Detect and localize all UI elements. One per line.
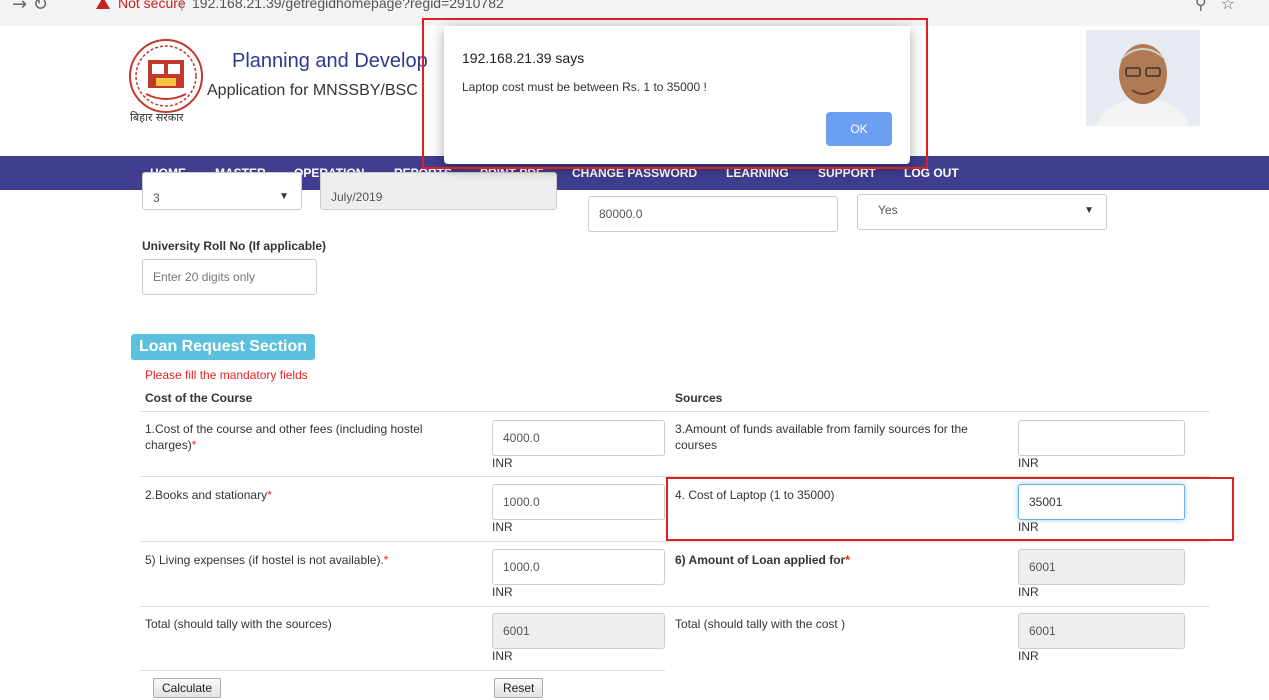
sources-label-family: 3.Amount of funds available from family …: [675, 422, 968, 452]
mandatory-note: Please fill the mandatory fields: [145, 368, 308, 382]
sources-total-label: Total (should tally with the cost ): [675, 617, 846, 631]
family-funds-input[interactable]: [1018, 420, 1185, 456]
page-title: Planning and Develop: [232, 50, 428, 72]
divider: [140, 541, 665, 542]
cost-label-2: 2.Books and stationary*: [145, 488, 272, 502]
divider: [140, 606, 665, 607]
family-income-field[interactable]: 80000.0: [588, 196, 838, 232]
search-star-icons[interactable]: ⚲☆: [1195, 0, 1249, 13]
roll-no-label: University Roll No (If applicable): [142, 239, 327, 253]
month-year-value: July/2019: [331, 190, 383, 204]
cost-label-1: 1.Cost of the course and other fees (inc…: [145, 422, 423, 452]
chevron-down-icon: ▼: [279, 191, 289, 202]
course-cost-input[interactable]: 4000.0: [492, 420, 665, 456]
currency-label: INR: [492, 585, 513, 599]
living-expenses-input[interactable]: 1000.0: [492, 549, 665, 585]
back-forward-reload-icons[interactable]: → ↻: [12, 0, 48, 15]
loan-amount-field: 6001: [1018, 549, 1185, 585]
laptop-highlight-box: [666, 477, 1234, 541]
sources-header: Sources: [675, 391, 723, 405]
currency-label: INR: [492, 456, 513, 470]
emblem-caption: बिहार सरकार: [130, 111, 184, 124]
divider: [140, 411, 1210, 412]
semester-select[interactable]: 3 ▼: [142, 172, 302, 210]
family-income-value: 80000.0: [599, 207, 643, 221]
chevron-down-icon: ▼: [1084, 205, 1094, 216]
yes-no-select[interactable]: Yes ▼: [857, 194, 1107, 230]
cost-header: Cost of the Course: [145, 391, 253, 405]
warning-icon: [96, 0, 110, 9]
sources-label-loan: 6) Amount of Loan applied for*: [675, 553, 850, 567]
currency-label: INR: [1018, 456, 1039, 470]
currency-label: INR: [492, 649, 513, 663]
divider: [665, 541, 1210, 542]
divider: [665, 606, 1210, 607]
books-cost-input[interactable]: 1000.0: [492, 484, 665, 520]
reset-button[interactable]: Reset: [494, 678, 544, 698]
not-secure-label[interactable]: Not secure: [118, 0, 186, 11]
semester-value: 3: [153, 191, 160, 205]
dialog-highlight-box: [422, 18, 928, 169]
cost-total-field: 6001: [492, 613, 665, 649]
chief-minister-photo: [1086, 30, 1200, 126]
cost-label-3: 5) Living expenses (if hostel is not ava…: [145, 553, 389, 567]
divider: [140, 670, 665, 671]
cost-total-label: Total (should tally with the sources): [145, 617, 332, 631]
page-subtitle: Application for MNSSBY/BSC: [207, 82, 418, 99]
calculate-button[interactable]: Calculate: [153, 678, 222, 698]
roll-no-input[interactable]: [142, 259, 317, 295]
currency-label: INR: [1018, 585, 1039, 599]
url-separator: |: [180, 0, 184, 11]
currency-label: INR: [492, 520, 513, 534]
month-year-field: July/2019: [320, 172, 557, 210]
yes-no-value: Yes: [878, 203, 898, 217]
sources-total-field: 6001: [1018, 613, 1185, 649]
loan-section-badge: Loan Request Section: [131, 334, 316, 360]
currency-label: INR: [1018, 649, 1039, 663]
url-text[interactable]: 192.168.21.39/getregidhomepage?regid=291…: [192, 0, 504, 11]
divider: [140, 476, 665, 477]
